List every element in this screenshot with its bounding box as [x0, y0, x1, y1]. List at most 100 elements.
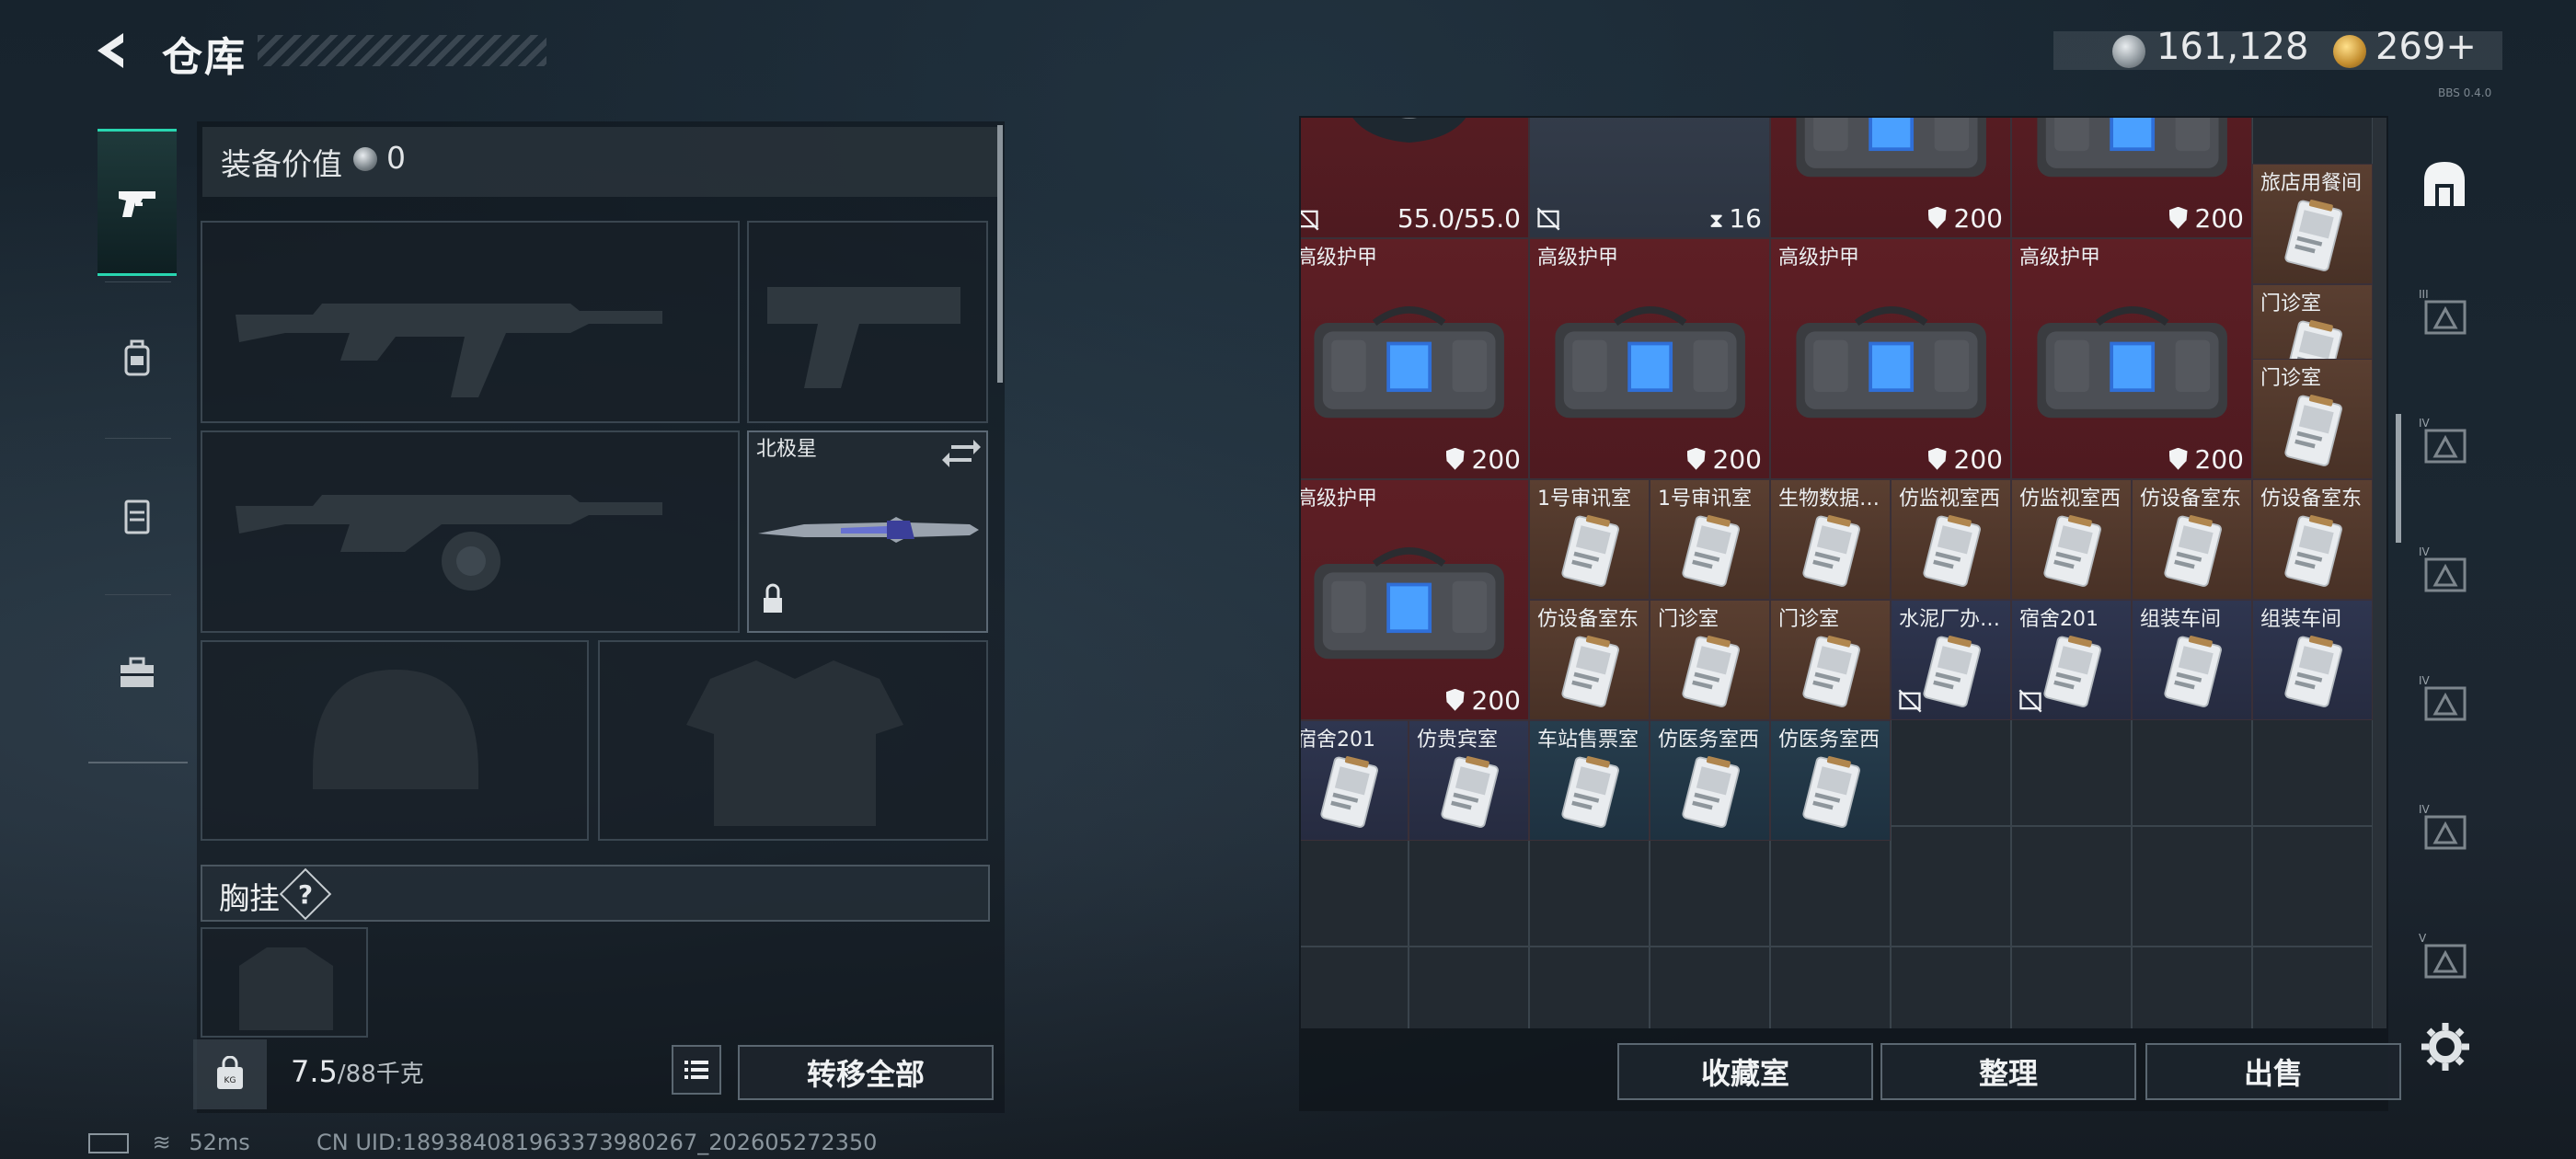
transfer-all-button[interactable]: 转移全部 [738, 1045, 994, 1100]
storage-cell[interactable] [2011, 706, 2132, 826]
storage-cell[interactable] [1770, 947, 1891, 1028]
storage-cell[interactable] [1891, 706, 2011, 826]
storage-cell[interactable] [2252, 706, 2373, 826]
primary-weapon-slot[interactable] [201, 221, 740, 423]
storage-item[interactable]: 55.0/55.0 [1301, 118, 1529, 238]
storage-cell[interactable] [1650, 826, 1770, 947]
weight-bag-button[interactable]: KG [193, 1039, 267, 1109]
storage-cell[interactable] [1891, 947, 2011, 1028]
tier-IV-icon: IV [2419, 417, 2467, 464]
armor-bag-item[interactable]: 高级护甲 200 [1770, 237, 2011, 479]
helmet-slot[interactable] [201, 640, 589, 841]
toolbox-icon [121, 657, 154, 687]
keycard-item[interactable]: 仿贵宾室 [1409, 719, 1529, 841]
helmet-icon [1352, 118, 1466, 143]
category-tab-6[interactable]: V [2405, 911, 2484, 1003]
category-tab-3[interactable]: IV [2405, 524, 2484, 616]
category-tab-1[interactable]: III [2405, 267, 2484, 359]
sort-button[interactable]: 整理 [1880, 1043, 2136, 1100]
armor-bag-item[interactable]: 高级护甲 200 [2011, 237, 2252, 479]
keycard-item[interactable]: 仿设备室东 [2132, 478, 2252, 600]
storage-item[interactable]: ⧗ 16 [1529, 118, 1770, 238]
storage-cell[interactable] [2132, 706, 2252, 826]
storage-cell[interactable] [2132, 826, 2252, 947]
storage-cell[interactable] [1529, 826, 1650, 947]
storage-cell[interactable] [1409, 947, 1529, 1028]
keycard-item[interactable]: 水泥厂办… [1891, 599, 2011, 720]
item-name: 车站售票室 [1537, 728, 1639, 752]
keycard-item[interactable]: 旅店用餐间 [2252, 163, 2373, 284]
storage-cell[interactable] [2132, 947, 2252, 1028]
tab-weapons[interactable] [98, 129, 177, 276]
page-title: 仓库 [162, 34, 247, 81]
keycard-item[interactable]: 门诊室 [1770, 599, 1891, 720]
keycard-item[interactable]: 仿监视室西 [2011, 478, 2132, 600]
keycard-item[interactable]: 生物数据… [1770, 478, 1891, 600]
storage-cell[interactable] [1301, 947, 1409, 1028]
keycard-icon [2164, 514, 2222, 587]
keycard-item[interactable]: 宿舍201 [1301, 719, 1409, 841]
keycard-item[interactable]: 1号审讯室 [1529, 478, 1650, 600]
armor-bag-item[interactable]: 200 [2011, 118, 2252, 238]
keycard-item[interactable]: 1号审讯室 [1650, 478, 1770, 600]
gold-amount[interactable]: 269+ [2375, 26, 2477, 68]
storage-cell[interactable] [1529, 947, 1650, 1028]
keycard-item[interactable]: 仿医务室西 [1770, 719, 1891, 841]
armor-bag-item[interactable]: 高级护甲 200 [1301, 478, 1529, 720]
tier-IV-icon: IV [2419, 545, 2467, 592]
category-tab-0[interactable] [2405, 138, 2484, 230]
keycard-item[interactable]: 门诊室 [1650, 599, 1770, 720]
keycard-item[interactable]: 宿舍201 [2011, 599, 2132, 720]
category-tab-5[interactable]: IV [2405, 782, 2484, 874]
item-name: 高级护甲 [1301, 246, 1378, 270]
sell-button[interactable]: 出售 [2145, 1043, 2401, 1100]
storage-scrollbar[interactable] [2396, 414, 2401, 543]
storage-cell[interactable] [1891, 826, 2011, 947]
keycard-item[interactable]: 仿设备室东 [2252, 478, 2373, 600]
sidearm-slot[interactable] [747, 221, 988, 423]
title-decoration [258, 35, 546, 66]
storage-cell[interactable] [1770, 826, 1891, 947]
storage-cell[interactable] [1409, 826, 1529, 947]
list-view-button[interactable] [672, 1045, 721, 1095]
tab-toolbox[interactable] [98, 602, 177, 743]
keycard-icon [1802, 514, 1860, 587]
storage-cell[interactable] [2252, 947, 2373, 1028]
capacity-icon: ⧗ [1708, 209, 1724, 233]
keycard-item[interactable]: 仿医务室西 [1650, 719, 1770, 841]
settings-button[interactable] [2418, 1019, 2473, 1074]
tab-backpack[interactable] [98, 289, 177, 430]
vault-button[interactable]: 收藏室 [1617, 1043, 1873, 1100]
item-name: 宿舍201 [2019, 607, 2099, 631]
keycard-item[interactable]: 门诊室 [2252, 358, 2373, 479]
loadout-scrollbar[interactable] [997, 125, 1003, 383]
storage-cell[interactable] [2011, 826, 2132, 947]
armor-bag-item[interactable]: 高级护甲 200 [1529, 237, 1770, 479]
item-name: 仿监视室西 [1899, 487, 2001, 511]
category-tab-4[interactable]: IV [2405, 653, 2484, 745]
category-tab-2[interactable]: IV [2405, 396, 2484, 488]
keycard-icon [2284, 394, 2342, 466]
keycard-item[interactable]: 组装车间 [2132, 599, 2252, 720]
secondary-weapon-slot[interactable] [201, 430, 740, 633]
weight-current: 7.5 [291, 1054, 338, 1089]
armor-bag-icon [1314, 547, 1505, 660]
storage-cell[interactable] [1301, 826, 1409, 947]
item-value: 55.0/55.0 [1397, 202, 1521, 234]
storage-cell[interactable] [2252, 826, 2373, 947]
keycard-item[interactable]: 仿监视室西 [1891, 478, 2011, 600]
storage-cell[interactable] [1650, 947, 1770, 1028]
back-button[interactable] [88, 28, 134, 74]
help-button[interactable]: ? [287, 876, 324, 912]
keycard-item[interactable]: 组装车间 [2252, 599, 2373, 720]
chest-rig-slot[interactable] [201, 927, 368, 1038]
vest-icon [124, 499, 150, 534]
tab-chest-rig[interactable] [98, 445, 177, 587]
armor-bag-item[interactable]: 200 [1770, 118, 2011, 238]
keycard-item[interactable]: 车站售票室 [1529, 719, 1650, 841]
armor-bag-item[interactable]: 高级护甲 200 [1301, 237, 1529, 479]
armor-slot[interactable] [598, 640, 988, 841]
armor-bag-icon [2037, 118, 2228, 178]
storage-cell[interactable] [2011, 947, 2132, 1028]
keycard-item[interactable]: 仿设备室东 [1529, 599, 1650, 720]
